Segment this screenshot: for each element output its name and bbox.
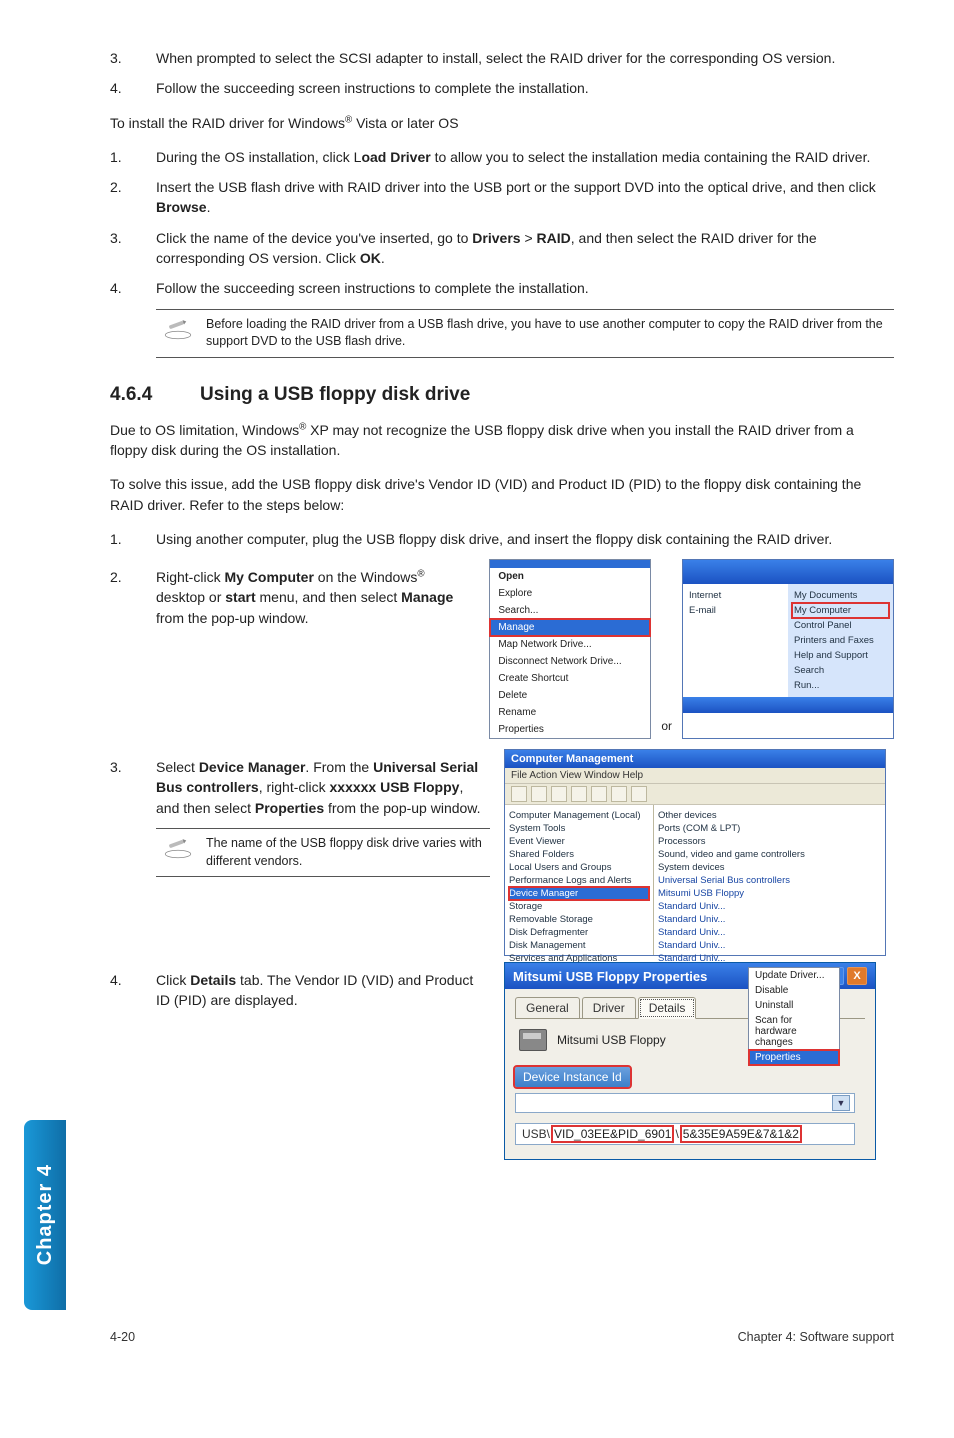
tab-details[interactable]: Details [638,997,697,1019]
instance-segment: 5&35E9A59E&7&1&2 [680,1125,802,1143]
properties-context-item: Properties [749,1050,839,1065]
page-number: 4-20 [110,1330,135,1344]
list-item: 4. Click Details tab. The Vendor ID (VID… [110,970,490,1011]
device-name: Mitsumi USB Floppy [557,1033,666,1047]
list-item: 1. During the OS installation, click Loa… [110,147,894,167]
paragraph: To solve this issue, add the USB floppy … [110,474,894,515]
step-text: Follow the succeeding screen instruction… [156,78,894,98]
vid-pid-segment: VID_03EE&PID_6901 [551,1125,674,1143]
note-callout: Before loading the RAID driver from a US… [156,309,894,358]
device-manager-tree-item: Device Manager [509,887,649,900]
dialog-title: Mitsumi USB Floppy Properties [513,969,707,984]
chapter-label: Chapter 4: Software support [738,1330,894,1344]
paragraph: Due to OS limitation, Windows® XP may no… [110,420,894,461]
list-item: 3. When prompted to select the SCSI adap… [110,48,894,68]
screenshot-context-and-start: Open Explore Search... Manage Map Networ… [489,559,894,739]
floppy-icon [519,1029,547,1051]
or-label: or [661,719,672,733]
list-item: 3. Click the name of the device you've i… [110,228,894,269]
note-text: Before loading the RAID driver from a US… [200,316,894,351]
list-item: 3. Select Device Manager. From the Unive… [110,757,490,818]
tab-driver[interactable]: Driver [582,997,636,1018]
list-item: 4. Follow the succeeding screen instruct… [110,278,894,298]
close-button[interactable]: X [847,967,867,985]
list-item: 4. Follow the succeeding screen instruct… [110,78,894,98]
pencil-icon [156,835,200,859]
property-dropdown[interactable]: ▼ [515,1093,855,1113]
device-instance-id-label: Device Instance Id [515,1067,630,1087]
list-item: 2. Insert the USB flash drive with RAID … [110,177,894,218]
paragraph: To install the RAID driver for Windows® … [110,113,894,133]
section-heading: 4.6.4Using a USB floppy disk drive [110,384,894,406]
pencil-icon [156,316,200,340]
list-item: 1. Using another computer, plug the USB … [110,529,894,549]
step-text: When prompted to select the SCSI adapter… [156,48,894,68]
step-number: 3. [110,48,156,68]
page-footer: 4-20 Chapter 4: Software support [110,1330,894,1344]
context-menu-screenshot: Open Explore Search... Manage Map Networ… [489,559,651,739]
my-computer-item: My Computer [792,603,889,618]
chapter-side-tab: Chapter 4 [24,1120,66,1310]
chevron-down-icon: ▼ [832,1095,850,1111]
list-item: 2. Right-click My Computer on the Window… [110,567,475,628]
note-callout: The name of the USB floppy disk drive va… [156,828,490,877]
note-text: The name of the USB floppy disk drive va… [200,835,490,870]
tab-general[interactable]: General [515,997,580,1018]
device-instance-id-value: USB\VID_03EE&PID_6901\5&35E9A59E&7&1&2 [515,1123,855,1145]
start-menu-screenshot: Internet E-mail My Documents My Computer… [682,559,894,739]
computer-management-screenshot: Computer Management File Action View Win… [504,749,886,956]
step-number: 4. [110,78,156,98]
manage-menu-item: Manage [490,619,650,636]
